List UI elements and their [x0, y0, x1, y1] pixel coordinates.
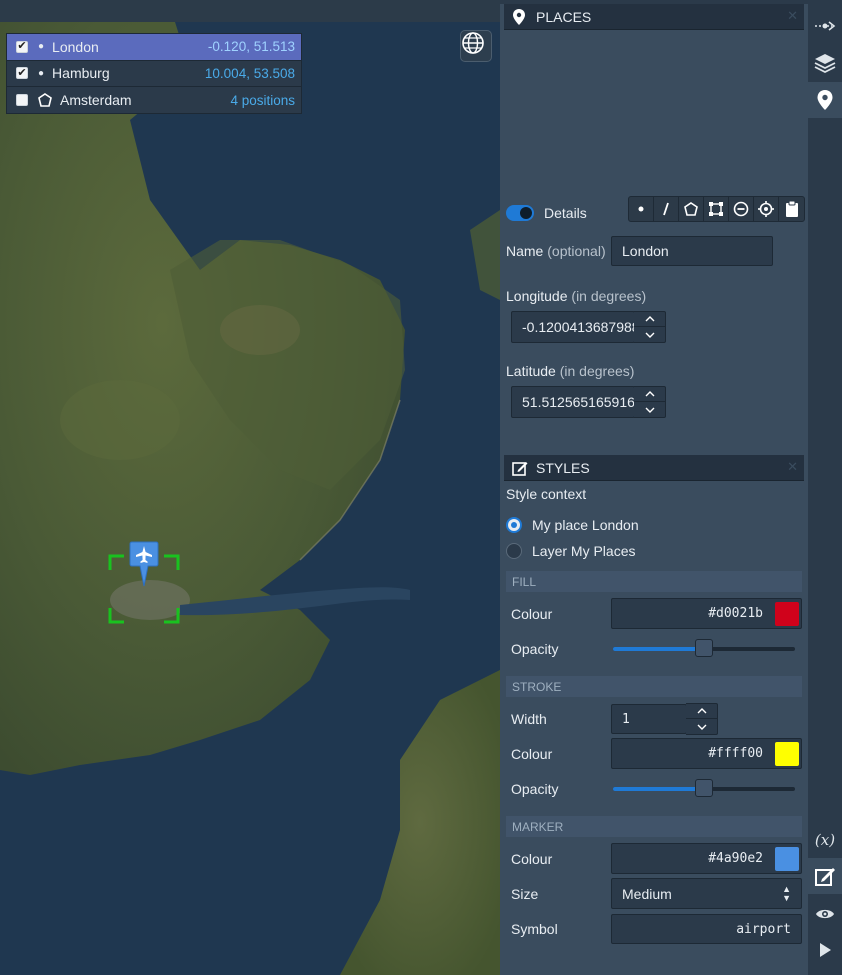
polygon-icon	[38, 93, 52, 108]
marker-symbol-input[interactable]: airport	[611, 914, 802, 944]
line-tool-icon[interactable]	[654, 197, 679, 221]
place-label: Amsterdam	[60, 92, 132, 109]
variables-icon[interactable]: (x)	[808, 822, 842, 858]
transfer-icon[interactable]	[808, 8, 842, 44]
chevron-down-icon[interactable]	[634, 402, 665, 417]
latitude-input[interactable]: 51.512565165916	[511, 386, 635, 418]
chevron-down-icon[interactable]	[686, 719, 717, 734]
stroke-colour-swatch[interactable]	[775, 742, 799, 766]
chevron-up-icon[interactable]	[634, 387, 665, 402]
map-view[interactable]	[0, 0, 500, 975]
globe-icon[interactable]	[460, 30, 492, 62]
airport-marker[interactable]	[108, 540, 180, 626]
context-option-layer: Layer My Places	[532, 543, 636, 559]
stroke-opacity-slider[interactable]	[613, 779, 795, 797]
stroke-width-stepper[interactable]	[686, 703, 718, 735]
name-label: Name (optional)	[506, 243, 606, 259]
fill-colour-swatch[interactable]	[775, 602, 799, 626]
places-list: ✔ ● London -0.120, 51.513 ✔ ● Hamburg 10…	[6, 33, 302, 114]
fill-opacity-label: Opacity	[511, 641, 559, 657]
chevron-down-icon[interactable]	[634, 327, 665, 342]
fill-colour-input[interactable]: #d0021b	[611, 598, 802, 629]
clipboard-icon[interactable]	[779, 197, 804, 221]
checkbox[interactable]	[16, 94, 28, 107]
context-option-place: My place London	[532, 517, 639, 533]
stroke-group-header: STROKE	[506, 676, 802, 697]
edit-style-icon[interactable]	[808, 858, 842, 894]
point-icon: ●	[38, 67, 45, 79]
details-toggle[interactable]	[506, 205, 534, 221]
chevron-up-icon[interactable]	[686, 704, 717, 719]
stroke-colour-input[interactable]: #ffff00	[611, 738, 802, 769]
latitude-label: Latitude (in degrees)	[506, 363, 635, 379]
rectangle-tool-icon[interactable]	[704, 197, 729, 221]
place-label: London	[52, 38, 99, 55]
geometry-toolbar	[628, 196, 805, 222]
style-context-label: Style context	[506, 486, 587, 502]
latitude-stepper[interactable]	[634, 386, 666, 418]
map-top-bar	[0, 0, 500, 22]
place-item-london[interactable]: ✔ ● London -0.120, 51.513	[7, 34, 301, 61]
stroke-opacity-label: Opacity	[511, 781, 559, 797]
context-radio-layer[interactable]	[506, 543, 522, 559]
place-item-amsterdam[interactable]: Amsterdam 4 positions	[7, 87, 301, 114]
edit-icon	[512, 460, 528, 476]
fill-group-header: FILL	[506, 571, 802, 592]
layers-icon[interactable]	[808, 45, 842, 81]
chevron-up-icon[interactable]	[634, 312, 665, 327]
name-input[interactable]: London	[611, 236, 773, 266]
fill-opacity-slider[interactable]	[613, 639, 795, 657]
stroke-width-label: Width	[511, 711, 547, 727]
marker-colour-swatch[interactable]	[775, 847, 799, 871]
context-radio-place[interactable]	[506, 517, 522, 533]
place-item-hamburg[interactable]: ✔ ● Hamburg 10.004, 53.508	[7, 61, 301, 87]
checkbox[interactable]: ✔	[16, 67, 28, 80]
map-pin-icon	[512, 8, 528, 25]
stroke-colour-label: Colour	[511, 746, 553, 762]
marker-colour-label: Colour	[511, 851, 553, 867]
remove-icon[interactable]	[729, 197, 754, 221]
details-label: Details	[544, 205, 587, 221]
longitude-stepper[interactable]	[634, 311, 666, 343]
fill-colour-label: Colour	[511, 606, 553, 622]
marker-colour-input[interactable]: #4a90e2	[611, 843, 802, 874]
checkbox[interactable]: ✔	[16, 40, 28, 53]
eye-icon[interactable]	[808, 896, 842, 932]
sort-arrows-icon: ▲ ▼	[782, 884, 791, 903]
places-header: PLACES ✕	[504, 4, 804, 30]
styles-header: STYLES ✕	[504, 455, 804, 481]
close-icon[interactable]: ✕	[787, 459, 798, 475]
marker-size-select[interactable]: Medium ▲ ▼	[611, 878, 802, 909]
locate-icon[interactable]	[754, 197, 779, 221]
styles-title: STYLES	[536, 459, 590, 476]
stroke-width-input[interactable]: 1	[611, 704, 687, 734]
slider-thumb[interactable]	[695, 779, 713, 797]
place-coords: 4 positions	[230, 92, 295, 108]
polygon-tool-icon[interactable]	[679, 197, 704, 221]
place-coords: 10.004, 53.508	[204, 65, 295, 81]
longitude-label: Longitude (in degrees)	[506, 288, 647, 304]
marker-size-label: Size	[511, 886, 539, 902]
satellite-imagery	[0, 0, 500, 975]
marker-group-header: MARKER	[506, 816, 802, 837]
right-rail: (x)	[808, 0, 842, 975]
slider-thumb[interactable]	[695, 639, 713, 657]
longitude-input[interactable]: -0.1200413687988	[511, 311, 635, 343]
point-tool-icon[interactable]	[629, 197, 654, 221]
places-title: PLACES	[536, 8, 592, 25]
map-pin-icon[interactable]	[808, 82, 842, 118]
place-coords: -0.120, 51.513	[207, 39, 295, 55]
point-icon: ●	[38, 41, 45, 53]
play-icon[interactable]	[808, 932, 842, 968]
close-icon[interactable]: ✕	[787, 8, 798, 24]
place-label: Hamburg	[52, 65, 110, 82]
marker-symbol-label: Symbol	[511, 921, 558, 937]
